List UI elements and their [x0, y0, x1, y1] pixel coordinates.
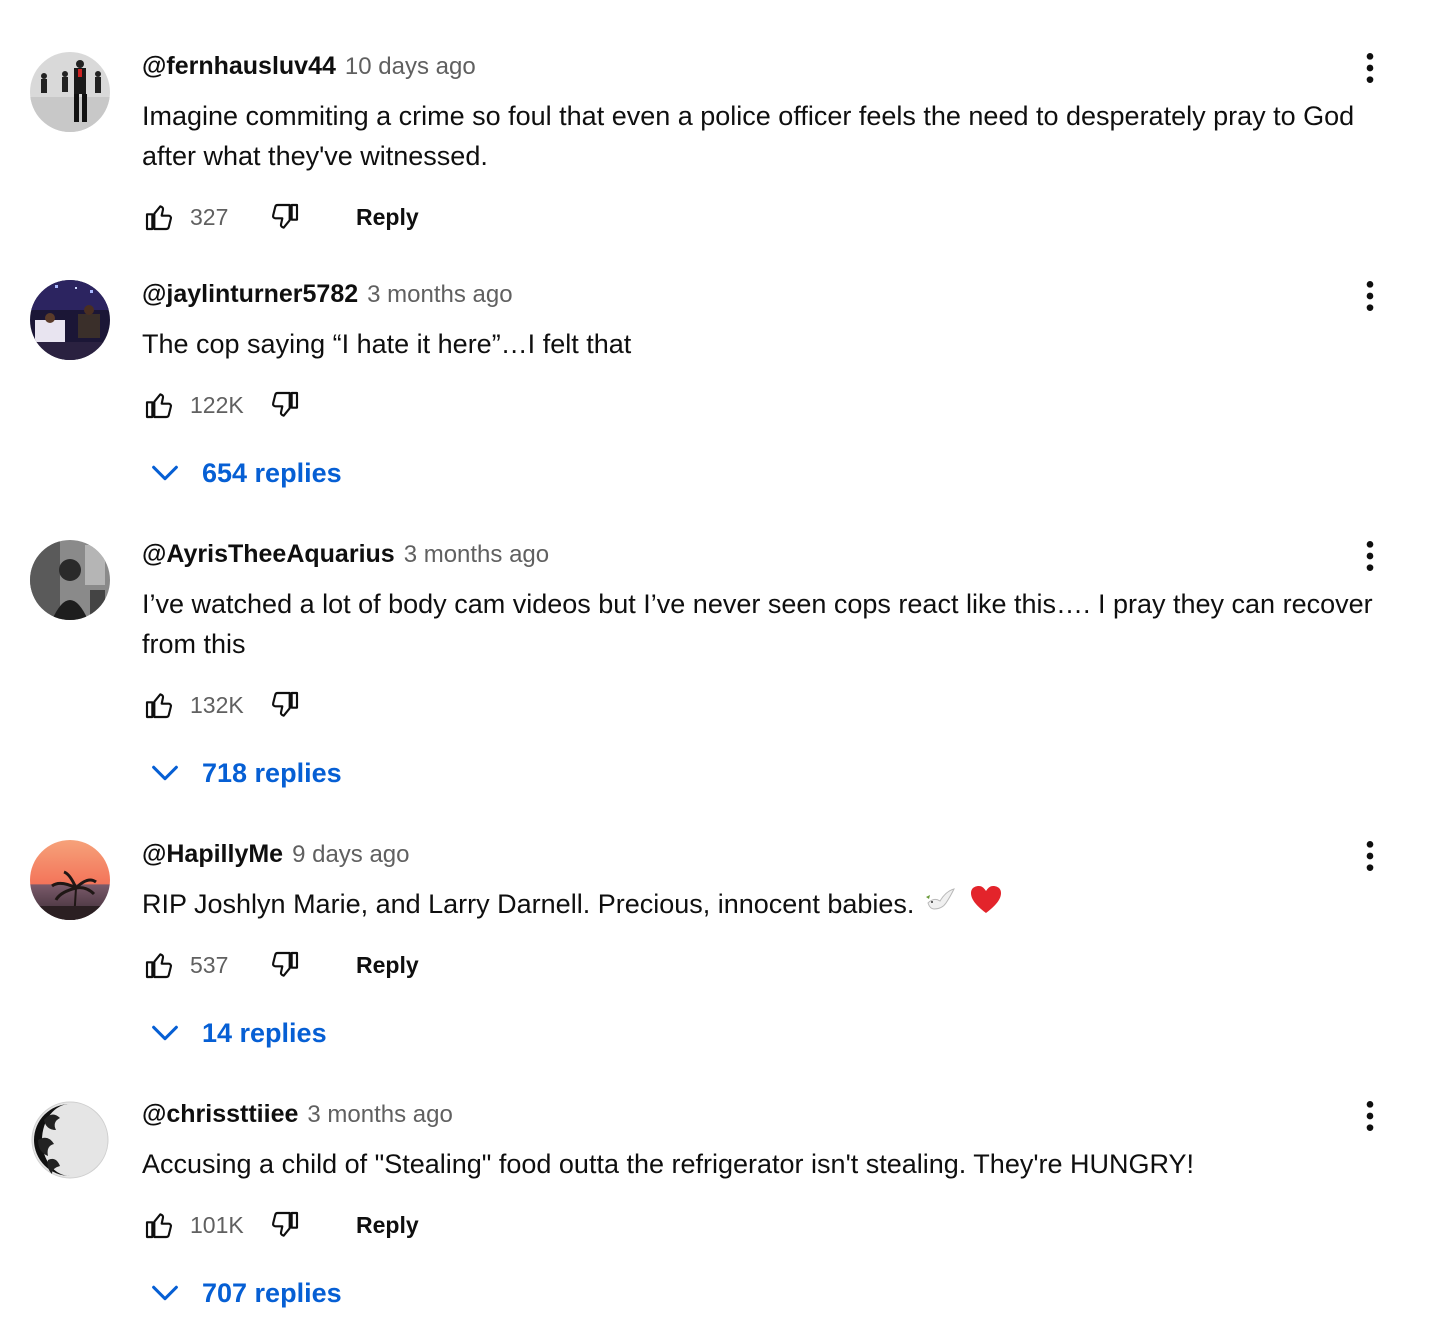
like-count: 132K — [190, 691, 244, 718]
reply-button[interactable]: Reply — [356, 204, 419, 231]
comment-timestamp[interactable]: 10 days ago — [345, 53, 476, 81]
like-button[interactable] — [142, 200, 176, 234]
like-button[interactable] — [142, 388, 176, 422]
comment-timestamp[interactable]: 3 months ago — [404, 541, 549, 569]
reply-button[interactable]: Reply — [356, 952, 419, 979]
comment-author[interactable]: @AyrisTheeAquarius — [142, 540, 395, 569]
dislike-button[interactable] — [268, 1208, 302, 1242]
vertical-dots-icon — [1366, 541, 1374, 571]
chevron-down-icon — [152, 765, 178, 781]
vertical-dots-icon — [1366, 841, 1374, 871]
avatar-image — [30, 280, 110, 360]
like-count: 327 — [190, 203, 229, 230]
show-replies-button[interactable]: 718 replies — [148, 753, 342, 793]
vertical-dots-icon — [1366, 281, 1374, 311]
comment-action-menu-button[interactable] — [1350, 836, 1390, 876]
chevron-down-icon — [152, 1025, 178, 1041]
show-replies-button[interactable]: 14 replies — [148, 1013, 327, 1053]
avatar[interactable] — [30, 280, 110, 360]
thumbs-up-icon — [145, 205, 173, 231]
comment-action-menu-button[interactable] — [1350, 276, 1390, 316]
replies-count-label[interactable]: 14 replies — [202, 1018, 327, 1049]
comment-timestamp[interactable]: 9 days ago — [292, 841, 409, 869]
thumbs-up-icon — [145, 693, 173, 719]
chevron-down-icon — [152, 1285, 178, 1301]
vertical-dots-icon — [1366, 53, 1374, 83]
dislike-button[interactable] — [268, 388, 302, 422]
thumbs-down-icon — [271, 951, 299, 977]
comment-text: Accusing a child of "Stealing" food outt… — [142, 1149, 1195, 1179]
thumbs-up-icon — [145, 393, 173, 419]
thumbs-up-icon — [145, 953, 173, 979]
avatar-image — [30, 52, 110, 132]
comment-author[interactable]: @fernhausluv44 — [142, 52, 336, 81]
red-heart-emoji — [970, 885, 1002, 926]
reply-button[interactable]: Reply — [356, 1212, 419, 1239]
thumbs-down-icon — [271, 691, 299, 717]
avatar[interactable] — [30, 52, 110, 132]
comment-actions: 537 Reply — [142, 945, 419, 985]
like-count: 101K — [190, 1211, 244, 1238]
comment-text: The cop saying “I hate it here”…I felt t… — [142, 329, 632, 359]
dove-emoji — [924, 885, 956, 926]
avatar[interactable] — [30, 540, 110, 620]
comment-text: RIP Joshlyn Marie, and Larry Darnell. Pr… — [142, 884, 1412, 926]
show-replies-button[interactable]: 707 replies — [148, 1273, 342, 1313]
comment-author[interactable]: @chrissttiiee — [142, 1100, 298, 1129]
comment-header: @fernhausluv44 10 days ago — [142, 52, 476, 88]
like-count: 122K — [190, 391, 244, 418]
avatar[interactable] — [30, 1100, 110, 1180]
comment-header: @AyrisTheeAquarius 3 months ago — [142, 540, 549, 576]
like-button[interactable] — [142, 688, 176, 722]
thumbs-down-icon — [271, 203, 299, 229]
replies-count-label[interactable]: 654 replies — [202, 458, 342, 489]
comment-action-menu-button[interactable] — [1350, 536, 1390, 576]
thumbs-down-icon — [271, 1211, 299, 1237]
replies-count-label[interactable]: 707 replies — [202, 1278, 342, 1309]
avatar-image — [30, 840, 110, 920]
comment-author[interactable]: @jaylinturner5782 — [142, 280, 358, 309]
comment-action-menu-button[interactable] — [1350, 1096, 1390, 1136]
comment-header: @HapillyMe 9 days ago — [142, 840, 410, 876]
vertical-dots-icon — [1366, 1101, 1374, 1131]
like-button[interactable] — [142, 948, 176, 982]
dove-icon — [926, 888, 956, 910]
chevron-down-icon — [152, 465, 178, 481]
comment-author[interactable]: @HapillyMe — [142, 840, 283, 869]
show-replies-button[interactable]: 654 replies — [148, 453, 342, 493]
avatar-image — [30, 1100, 110, 1180]
like-count: 537 — [190, 951, 229, 978]
heart-icon — [971, 886, 1002, 914]
like-button[interactable] — [142, 1208, 176, 1242]
comment-text: I’ve watched a lot of body cam videos bu… — [142, 589, 1373, 659]
comment-text: Imagine commiting a crime so foul that e… — [142, 101, 1355, 171]
replies-count-label[interactable]: 718 replies — [202, 758, 342, 789]
avatar[interactable] — [30, 840, 110, 920]
comment-actions: 132K — [142, 685, 302, 725]
comment-timestamp[interactable]: 3 months ago — [307, 1101, 452, 1129]
avatar-image — [30, 540, 110, 620]
comment-header: @jaylinturner5782 3 months ago — [142, 280, 513, 316]
comment-actions: 122K — [142, 385, 302, 425]
thumbs-up-icon — [145, 1213, 173, 1239]
comment-actions: 101K Reply — [142, 1205, 419, 1245]
comment-text-body: RIP Joshlyn Marie, and Larry Darnell. Pr… — [142, 889, 915, 919]
comment-action-menu-button[interactable] — [1350, 48, 1390, 88]
comment-actions: 327 Reply — [142, 197, 419, 237]
dislike-button[interactable] — [268, 948, 302, 982]
thumbs-down-icon — [271, 391, 299, 417]
comment-header: @chrissttiiee 3 months ago — [142, 1100, 453, 1136]
dislike-button[interactable] — [268, 688, 302, 722]
comment-timestamp[interactable]: 3 months ago — [367, 281, 512, 309]
dislike-button[interactable] — [268, 200, 302, 234]
